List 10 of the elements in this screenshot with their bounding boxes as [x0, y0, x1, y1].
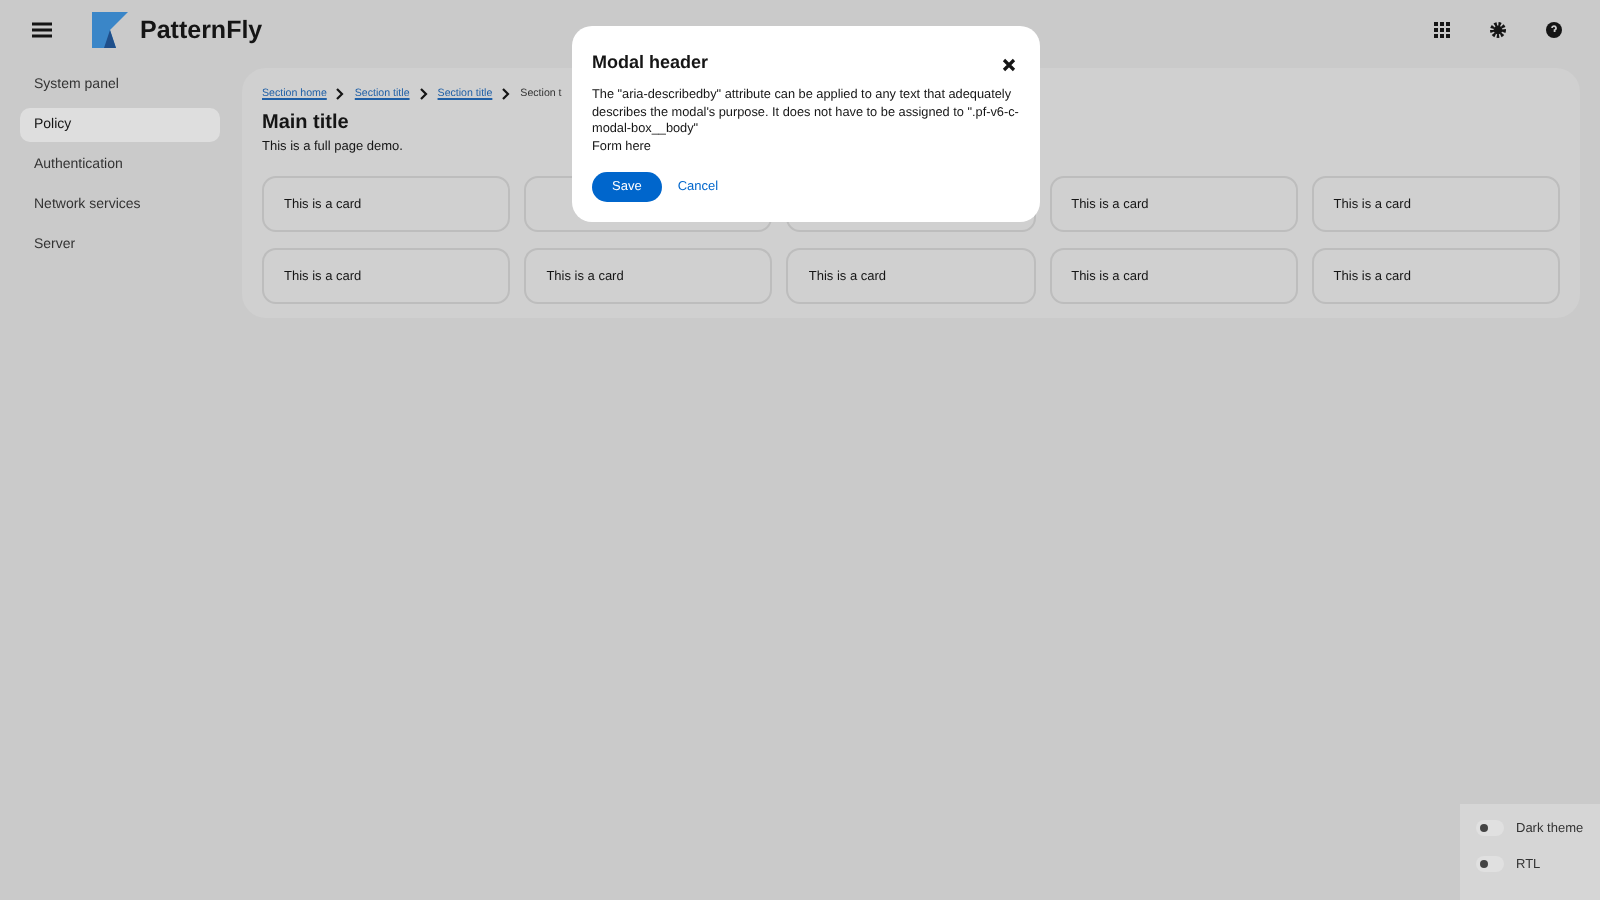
brand-name: PatternFly: [140, 16, 263, 44]
close-icon[interactable]: [998, 54, 1020, 76]
chevron-icon: [502, 88, 511, 100]
toggle-switch[interactable]: [1476, 856, 1504, 872]
toggle-switch[interactable]: [1476, 820, 1504, 836]
chevron-icon: [419, 88, 428, 100]
logo-icon: [92, 12, 128, 48]
page-title: Main title: [262, 112, 349, 134]
modal-title: Modal header: [592, 51, 709, 71]
chevron-icon: [336, 88, 345, 100]
